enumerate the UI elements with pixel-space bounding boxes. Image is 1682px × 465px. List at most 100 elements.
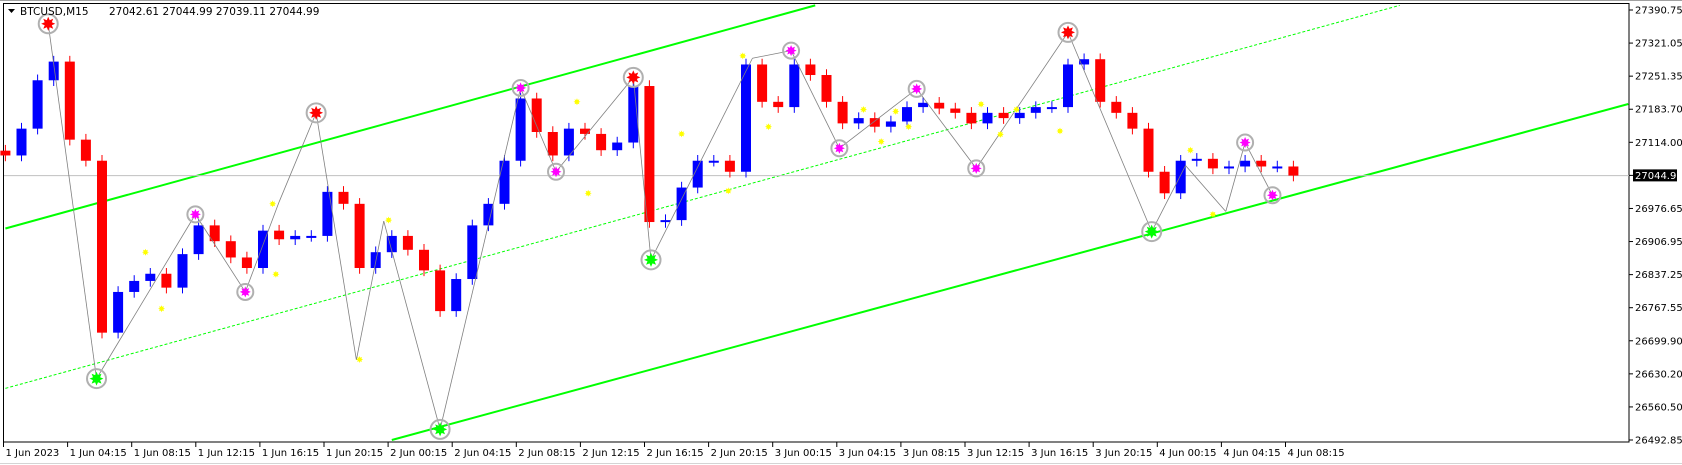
minor-marker-icon (678, 130, 686, 138)
candle-body (419, 249, 429, 271)
candle-body (241, 257, 252, 269)
chart-background (0, 0, 1682, 465)
candle-body (1272, 166, 1283, 169)
candle-body (1046, 107, 1057, 110)
swing-low-marker-icon (1267, 189, 1278, 201)
time-label: 4 Jun 04:15 (1223, 448, 1280, 459)
minor-marker (996, 130, 1004, 138)
candle-body (547, 131, 558, 156)
candle-body (515, 98, 526, 161)
candle-body (97, 160, 107, 333)
candle-body (724, 160, 735, 172)
candle-body (773, 101, 784, 108)
swing-high-marker-icon (189, 208, 201, 220)
candle-body (483, 203, 494, 226)
candle-body (580, 128, 590, 134)
minor-marker-icon (724, 187, 732, 195)
candle-body (0, 150, 11, 156)
time-label: 1 Jun 2023 (6, 448, 60, 459)
minor-marker-icon (385, 216, 393, 224)
candle-body (821, 75, 832, 102)
candle-body (1014, 112, 1025, 119)
candle-body (467, 225, 478, 280)
bottom-marker (86, 368, 108, 390)
candle-body (451, 279, 462, 312)
time-label: 1 Jun 16:15 (262, 448, 319, 459)
price-label: 27114.00 (1635, 138, 1682, 149)
time-label: 1 Jun 12:15 (198, 448, 255, 459)
time-label: 4 Jun 00:15 (1159, 448, 1216, 459)
current-price-label: 27044.99 (1635, 171, 1682, 182)
minor-marker (678, 130, 686, 138)
bottom-marker (1141, 221, 1163, 243)
candle-body (612, 142, 623, 151)
candle-body (1207, 158, 1218, 169)
time-label: 2 Jun 04:15 (454, 448, 511, 459)
candle-body (1175, 160, 1186, 194)
candle-body (918, 102, 929, 108)
time-label: 2 Jun 20:15 (711, 448, 768, 459)
candle-body (708, 160, 719, 163)
candle-body (596, 133, 607, 151)
price-label: 27183.70 (1635, 105, 1682, 116)
price-label: 26630.20 (1635, 369, 1682, 380)
candle-body (145, 273, 156, 281)
ohlc-values: 27042.61 27044.99 27039.11 27044.99 (109, 6, 319, 18)
bottom-marker (429, 418, 451, 440)
candle-body (1095, 59, 1106, 102)
time-label: 2 Jun 08:15 (518, 448, 575, 459)
time-label: 2 Jun 16:15 (647, 448, 704, 459)
time-label: 3 Jun 04:15 (839, 448, 896, 459)
candle-body (32, 80, 43, 129)
time-label: 1 Jun 08:15 (134, 448, 191, 459)
time-label: 3 Jun 20:15 (1095, 448, 1152, 459)
candle-body (1143, 128, 1154, 172)
candle-body (306, 235, 317, 238)
swing-low-marker-icon (970, 162, 982, 174)
candle-body (354, 203, 365, 269)
candle-body (1127, 112, 1138, 129)
candle-body (869, 118, 880, 127)
minor-marker (385, 216, 393, 224)
bottom-marker (640, 249, 662, 271)
candle-body (741, 64, 751, 172)
candle-body (1256, 160, 1267, 167)
top-marker (1057, 21, 1079, 43)
time-label: 3 Jun 00:15 (775, 448, 832, 459)
candle-body (644, 86, 655, 223)
candle-body (499, 160, 510, 204)
minor-marker-icon (584, 189, 592, 197)
candle-body (338, 191, 349, 204)
candle-body (837, 101, 848, 124)
minor-marker (584, 189, 592, 197)
minor-marker-icon (1013, 106, 1020, 113)
candle-body (161, 273, 172, 288)
candle-body (274, 230, 285, 240)
price-label: 27251.35 (1635, 72, 1682, 83)
candle-body (934, 102, 945, 109)
price-chart[interactable]: 27390.75 27321.05 27251.35 27183.70 27114.00… (0, 0, 1682, 465)
candle-body (129, 280, 140, 292)
candle-body (966, 112, 977, 124)
time-label: 4 Jun 08:15 (1288, 448, 1345, 459)
price-label: 27390.75 (1635, 6, 1682, 17)
candle-body (1240, 160, 1251, 167)
time-label: 3 Jun 12:15 (967, 448, 1024, 459)
swing-high-marker-icon (1239, 137, 1251, 148)
candle-body (177, 254, 188, 288)
time-label: 2 Jun 00:15 (390, 448, 447, 459)
symbol-timeframe: BTCUSD,M15 (20, 6, 89, 18)
time-label: 2 Jun 12:15 (582, 448, 639, 459)
time-label: 1 Jun 20:15 (326, 448, 383, 459)
candle-body (1288, 166, 1299, 176)
candle-body (757, 64, 768, 102)
swing-low-marker-icon (833, 142, 845, 154)
top-marker (622, 66, 644, 88)
price-label: 26906.95 (1635, 237, 1682, 248)
time-label: 3 Jun 08:15 (903, 448, 960, 459)
price-label: 26976.65 (1635, 204, 1682, 215)
price-label: 27321.05 (1635, 39, 1682, 50)
candle-body (1030, 107, 1041, 113)
candle-body (402, 235, 413, 250)
chart-header: BTCUSD,M15 27042.61 27044.99 27039.11 27… (8, 6, 319, 18)
